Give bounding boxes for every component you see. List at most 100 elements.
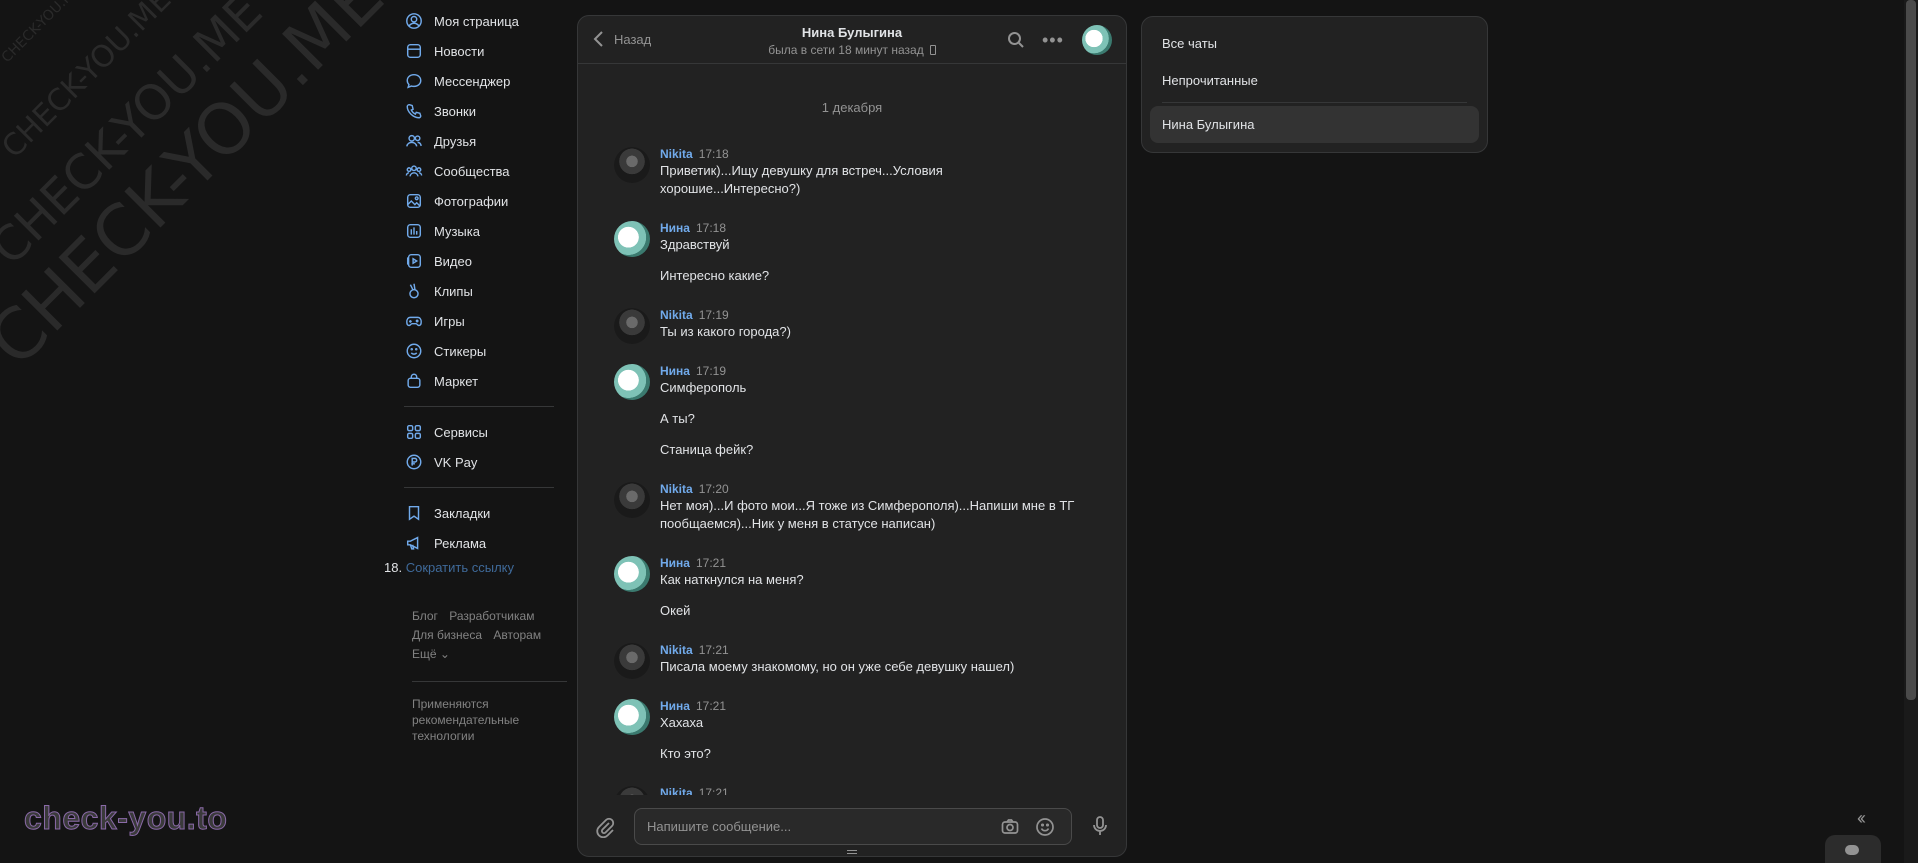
nav-communities[interactable]: Сообщества: [404, 156, 574, 186]
message-text: Хахаха: [660, 715, 704, 730]
music-icon: [404, 221, 424, 241]
nav-label: Новости: [434, 43, 485, 59]
message-text: Писала моему знакомому, но он уже себе д…: [660, 659, 1015, 674]
message-author[interactable]: Нина: [660, 556, 690, 570]
chat-widget-button[interactable]: [1825, 835, 1881, 863]
search-button[interactable]: [1007, 31, 1025, 52]
nav-label: Маркет: [434, 373, 479, 389]
nav-label: Друзья: [434, 133, 477, 149]
communities-icon: [404, 161, 424, 181]
message-author[interactable]: Нина: [660, 221, 690, 235]
avatar[interactable]: [614, 482, 650, 518]
message-time: 17:18: [695, 221, 726, 235]
avatar[interactable]: [614, 364, 650, 400]
message-text: Интересно какие?: [660, 268, 770, 283]
message-author[interactable]: Nikita: [660, 308, 693, 322]
message-body: Nikita 17:20 Нет моя)...И фото мои...Я то…: [660, 482, 1080, 533]
more-dots-icon: •••: [1042, 30, 1064, 50]
footer-more-link[interactable]: Ещё ⌄: [412, 647, 450, 661]
message-time: 17:21: [695, 556, 726, 570]
message-input-wrap: [634, 808, 1072, 845]
nav-services[interactable]: Сервисы: [404, 417, 574, 447]
nav-clips[interactable]: Клипы: [404, 276, 574, 306]
nav-label: Видео: [434, 253, 472, 269]
user-circle-icon: [404, 11, 424, 31]
nav-my-page[interactable]: Моя страница: [404, 6, 574, 36]
chat-bubble-icon: [1845, 845, 1859, 855]
voice-message-button[interactable]: [1090, 815, 1110, 840]
filter-all-chats[interactable]: Все чаты: [1150, 25, 1479, 62]
nav-messenger[interactable]: Мессенджер: [404, 66, 574, 96]
message-input[interactable]: [647, 809, 987, 844]
message-author[interactable]: Nikita: [660, 643, 693, 657]
camera-button[interactable]: [1000, 817, 1020, 840]
message-text: Симферополь: [660, 380, 747, 395]
emoji-button[interactable]: [1035, 817, 1055, 840]
filter-unread[interactable]: Непрочитанные: [1150, 62, 1479, 99]
nav-label: Реклама: [434, 535, 487, 551]
message-author[interactable]: Nikita: [660, 786, 693, 795]
avatar[interactable]: [614, 221, 650, 257]
avatar[interactable]: [614, 308, 650, 344]
message-text: А ты?: [660, 411, 695, 426]
nav-stickers[interactable]: Стикеры: [404, 336, 574, 366]
avatar[interactable]: [614, 643, 650, 679]
footer-authors-link[interactable]: Авторам: [493, 628, 541, 642]
footer-divider: [412, 681, 567, 682]
message-text: Окей: [660, 603, 691, 618]
footer-business-link[interactable]: Для бизнеса: [412, 628, 482, 642]
nav-divider: [404, 487, 554, 488]
message-author[interactable]: Nikita: [660, 147, 693, 161]
nav-games[interactable]: Игры: [404, 306, 574, 336]
contact-avatar[interactable]: [1082, 25, 1112, 55]
message-text: Нет моя)...И фото мои...Я тоже из Симфер…: [660, 498, 1075, 531]
avatar[interactable]: [614, 786, 650, 795]
footer-links: Блог Разработчикам Для бизнеса Авторам Е…: [412, 607, 572, 664]
message-body: Nikita 17:21 Писала моему знакомому, но о…: [660, 643, 1080, 676]
nav-ads[interactable]: Реклама: [404, 528, 574, 558]
chat-filter-panel: Все чаты Непрочитанные Нина Булыгина: [1141, 16, 1488, 153]
nav-label: Игры: [434, 313, 465, 329]
message-time: 17:21: [698, 786, 729, 795]
message-body: Нина 17:21 Хахаха Кто это?: [660, 699, 1080, 763]
message-time: 17:19: [698, 308, 729, 322]
message-author[interactable]: Нина: [660, 364, 690, 378]
sticker-icon: [404, 341, 424, 361]
chat-window: Назад Нина Булыгина была в сети 18 минут…: [577, 15, 1127, 857]
scrollbar-thumb[interactable]: [1906, 0, 1916, 700]
message-author[interactable]: Нина: [660, 699, 690, 713]
chat-header: Назад Нина Булыгина была в сети 18 минут…: [578, 16, 1126, 64]
nav-market[interactable]: Маркет: [404, 366, 574, 396]
message-time: 17:18: [698, 147, 729, 161]
nav-calls[interactable]: Звонки: [404, 96, 574, 126]
nav-label: Фотографии: [434, 193, 509, 209]
nav-label: Стикеры: [434, 343, 487, 359]
nav-friends[interactable]: Друзья: [404, 126, 574, 156]
short-link-number: 18.: [384, 560, 403, 575]
message-history[interactable]: 1 декабря Nikita 17:18 Приветик)...Ищу де…: [578, 65, 1126, 795]
active-chat-item[interactable]: Нина Булыгина: [1150, 106, 1479, 143]
watermark: CHECK-YOU.ME: [0, 0, 84, 66]
nav-video[interactable]: Видео: [404, 246, 574, 276]
message-author[interactable]: Nikita: [660, 482, 693, 496]
services-grid-icon: [404, 422, 424, 442]
nav-music[interactable]: Музыка: [404, 216, 574, 246]
nav-vkpay[interactable]: VK Pay: [404, 447, 574, 477]
friends-icon: [404, 131, 424, 151]
nav-news[interactable]: Новости: [404, 36, 574, 66]
nav-label: Сообщества: [434, 163, 510, 179]
footer-developers-link[interactable]: Разработчикам: [449, 609, 534, 623]
resize-handle[interactable]: [847, 850, 857, 854]
avatar[interactable]: [614, 147, 650, 183]
nav-photos[interactable]: Фотографии: [404, 186, 574, 216]
footer-blog-link[interactable]: Блог: [412, 609, 438, 623]
short-link[interactable]: Сократить ссылку: [406, 560, 514, 575]
nav-label: Клипы: [434, 283, 473, 299]
avatar[interactable]: [614, 556, 650, 592]
more-options-button[interactable]: •••: [1042, 30, 1064, 51]
collapse-chevrons-icon[interactable]: ‹‹: [1857, 808, 1866, 829]
panel-divider: [1162, 102, 1467, 103]
avatar[interactable]: [614, 699, 650, 735]
attach-button[interactable]: [594, 816, 616, 841]
nav-bookmarks[interactable]: Закладки: [404, 498, 574, 528]
